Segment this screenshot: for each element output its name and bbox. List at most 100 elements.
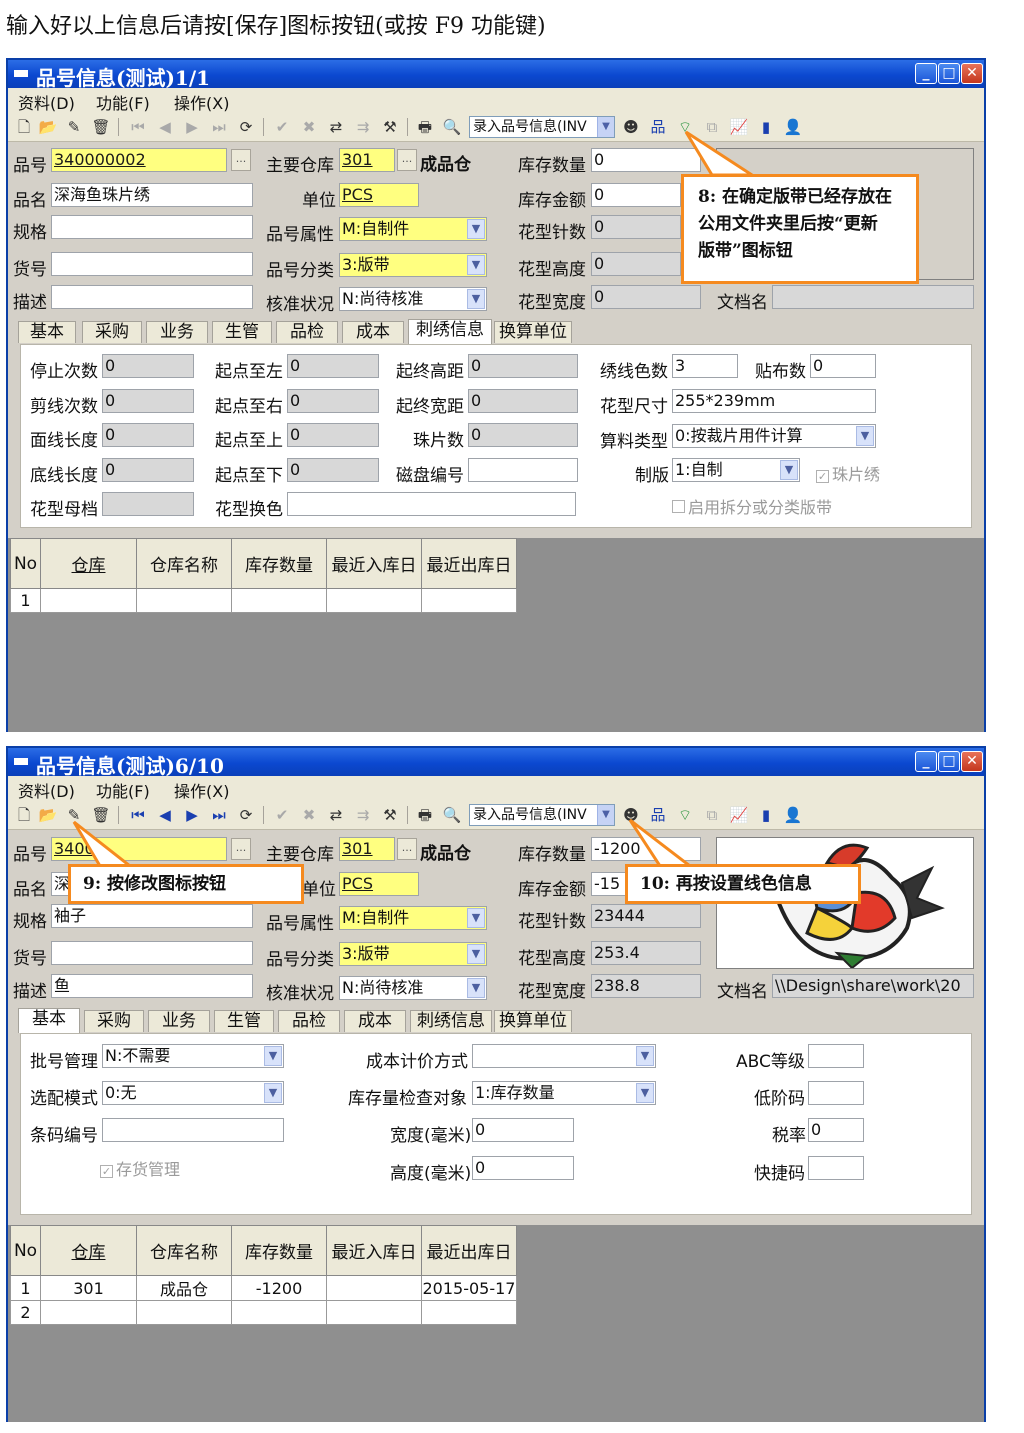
description-input[interactable]: 鱼	[51, 974, 253, 998]
col-warehouse[interactable]: 仓库	[40, 538, 137, 589]
update-tape-icon[interactable]: ⌔	[675, 805, 695, 825]
tab-basic[interactable]: 基本	[18, 1008, 80, 1033]
cancel-icon[interactable]: ✖	[299, 117, 319, 137]
tab-business[interactable]: 业务	[148, 1010, 210, 1032]
refresh-icon[interactable]: ⟳	[236, 117, 256, 137]
save-disk-icon[interactable]: ▮	[756, 117, 776, 137]
duplicate-icon[interactable]: ⧉	[702, 805, 722, 825]
col-warehouse-name[interactable]: 仓库名称	[136, 538, 232, 589]
open-folder-icon[interactable]: 📂	[38, 805, 58, 825]
bead-embroidery-checkbox[interactable]: ✓ 珠片绣	[816, 461, 880, 485]
part-attribute-select[interactable]: M:自制件 ▼	[339, 906, 487, 930]
minimize-button[interactable]: _	[915, 751, 937, 772]
spec-input[interactable]: 袖子	[51, 904, 253, 928]
tab-basic[interactable]: 基本	[18, 321, 76, 343]
color-change-input[interactable]	[287, 492, 576, 516]
col-last-out-date[interactable]: 最近出库日	[421, 538, 517, 589]
maximize-button[interactable]: □	[938, 63, 960, 84]
pattern-mother-file-input[interactable]	[102, 492, 194, 516]
part-attribute-select[interactable]: M:自制件 ▼	[339, 217, 487, 241]
unit-input[interactable]: PCS	[339, 183, 419, 207]
tab-unit-conversion[interactable]: 换算单位	[494, 1010, 572, 1032]
next-record-icon[interactable]: ▶	[182, 117, 202, 137]
last-record-icon[interactable]: ⏭	[209, 805, 229, 825]
bottom-thread-length-input[interactable]: 0	[102, 458, 194, 482]
maximize-button[interactable]: □	[938, 751, 960, 772]
close-button[interactable]: ✕	[961, 63, 983, 84]
print-preview-icon[interactable]: 🔍	[442, 805, 462, 825]
copy-record-icon[interactable]: ⇄	[326, 805, 346, 825]
close-button[interactable]: ✕	[961, 751, 983, 772]
low-level-code-input[interactable]	[808, 1081, 864, 1105]
user-icon[interactable]: 👤	[783, 805, 803, 825]
pattern-size-input[interactable]: 255*239mm	[672, 389, 876, 413]
tools-icon[interactable]: ⚒	[380, 117, 400, 137]
part-no-lookup-button[interactable]: ...	[231, 838, 251, 860]
tab-inspection[interactable]: 品检	[278, 1010, 340, 1032]
batch-management-select[interactable]: N:不需要 ▼	[102, 1044, 284, 1068]
first-record-icon[interactable]: ⏮	[128, 117, 148, 137]
thread-color-icon[interactable]: ☻	[621, 117, 641, 137]
print-icon[interactable]: 🖶	[415, 805, 435, 825]
tab-business[interactable]: 业务	[146, 321, 208, 343]
part-no-input[interactable]: 34000	[51, 837, 227, 861]
barcode-input[interactable]	[102, 1118, 284, 1142]
save-disk-icon[interactable]: ▮	[756, 805, 776, 825]
cost-method-select[interactable]: ▼	[472, 1044, 656, 1068]
col-warehouse-name[interactable]: 仓库名称	[136, 1225, 232, 1276]
menu-function[interactable]: 功能(F)	[96, 90, 150, 114]
structure-icon[interactable]: 品	[648, 117, 668, 137]
start-left-input[interactable]: 0	[287, 354, 379, 378]
next-record-icon[interactable]: ▶	[182, 805, 202, 825]
main-warehouse-input[interactable]: 301	[339, 837, 395, 861]
menu-data[interactable]: 资料(D)	[18, 778, 75, 802]
function-select[interactable]: 录入品号信息(INV ▼	[469, 116, 615, 138]
batch-icon[interactable]: ⇉	[353, 805, 373, 825]
table-row[interactable]: 1	[10, 588, 517, 613]
tools-icon[interactable]: ⚒	[380, 805, 400, 825]
thread-colors-input[interactable]: 3	[672, 354, 738, 378]
copy-record-icon[interactable]: ⇄	[326, 117, 346, 137]
patch-count-input[interactable]: 0	[810, 354, 876, 378]
stock-check-target-select[interactable]: 1:库存数量 ▼	[472, 1081, 656, 1105]
first-record-icon[interactable]: ⏮	[128, 805, 148, 825]
prev-record-icon[interactable]: ◀	[155, 805, 175, 825]
approval-status-select[interactable]: N:尚待核准 ▼	[339, 976, 487, 1000]
thread-color-icon[interactable]: ☻	[621, 805, 641, 825]
abc-grade-input[interactable]	[808, 1044, 864, 1068]
new-icon[interactable]: 🗋	[14, 805, 34, 825]
spec-input[interactable]	[51, 215, 253, 239]
structure-icon[interactable]: 品	[648, 805, 668, 825]
confirm-icon[interactable]: ✔	[272, 805, 292, 825]
edit-icon[interactable]: ✎	[64, 117, 84, 137]
window-menu-icon[interactable]	[14, 758, 28, 765]
col-last-in-date[interactable]: 最近入库日	[326, 1225, 422, 1276]
cuts-input[interactable]: 0	[102, 389, 194, 413]
tab-purchase[interactable]: 采购	[82, 321, 142, 343]
end-width-distance-input[interactable]: 0	[468, 389, 578, 413]
confirm-icon[interactable]: ✔	[272, 117, 292, 137]
bead-count-input[interactable]: 0	[468, 423, 578, 447]
part-category-select[interactable]: 3:版带 ▼	[339, 253, 487, 277]
table-row[interactable]: 2	[10, 1300, 517, 1325]
description-input[interactable]	[51, 285, 253, 309]
disk-no-input[interactable]	[468, 458, 578, 482]
delete-icon[interactable]: 🗑	[91, 805, 111, 825]
chart-icon[interactable]: 📈	[729, 117, 749, 137]
tab-production[interactable]: 生管	[214, 1010, 274, 1032]
plate-making-select[interactable]: 1:自制 ▼	[672, 458, 800, 482]
split-tape-checkbox[interactable]: 启用拆分或分类版带	[672, 494, 832, 518]
col-stock-qty[interactable]: 库存数量	[231, 538, 327, 589]
tab-embroidery[interactable]: 刺绣信息	[408, 319, 492, 344]
tab-embroidery[interactable]: 刺绣信息	[410, 1010, 492, 1032]
goods-no-input[interactable]	[51, 941, 253, 965]
tab-production[interactable]: 生管	[212, 321, 272, 343]
top-thread-length-input[interactable]: 0	[102, 423, 194, 447]
calc-type-select[interactable]: 0:按裁片用件计算 ▼	[672, 424, 876, 448]
part-no-lookup-button[interactable]: ...	[231, 149, 251, 171]
start-right-input[interactable]: 0	[287, 389, 379, 413]
warehouse-lookup-button[interactable]: ...	[397, 149, 417, 171]
print-preview-icon[interactable]: 🔍	[442, 117, 462, 137]
cancel-icon[interactable]: ✖	[299, 805, 319, 825]
goods-no-input[interactable]	[51, 252, 253, 276]
